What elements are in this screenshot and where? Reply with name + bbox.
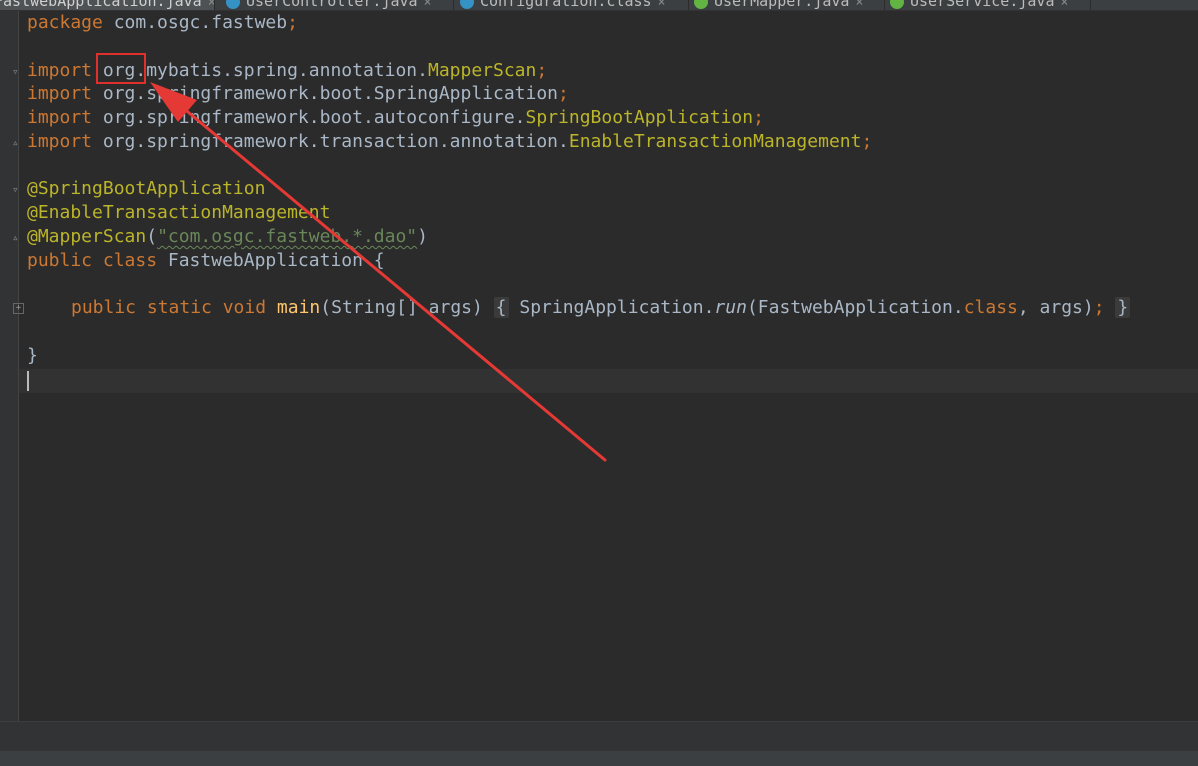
editor-bottom-panel <box>0 721 1198 752</box>
interface-icon <box>694 0 708 9</box>
tab-label: UserController.java <box>246 0 418 10</box>
fold-arrow-icon[interactable]: ▵ <box>12 232 23 243</box>
current-line-highlight <box>19 369 1198 393</box>
tab-label: FastwebApplication.java <box>0 0 202 10</box>
code-line: import org.springframework.boot.SpringAp… <box>27 83 569 104</box>
fold-arrow-icon[interactable]: ▵ <box>12 137 23 148</box>
tab-user-controller[interactable]: UserController.java × <box>222 0 454 10</box>
code-line: import org.springframework.transaction.a… <box>27 131 873 152</box>
status-bar <box>0 751 1198 766</box>
tab-label: UserMapper.java <box>714 0 850 10</box>
tab-fastweb-application[interactable]: FastwebApplication.java × <box>0 0 215 10</box>
editor-gutter[interactable] <box>0 11 19 721</box>
code-line: @EnableTransactionManagement <box>27 202 331 223</box>
text-caret <box>27 371 29 391</box>
interface-icon <box>890 0 904 9</box>
close-icon[interactable]: × <box>1061 0 1069 10</box>
expand-fold-icon[interactable]: + <box>13 303 24 314</box>
code-line: @MapperScan("com.osgc.fastweb.*.dao") <box>27 226 428 247</box>
close-icon[interactable]: × <box>208 0 214 10</box>
code-line: import org.springframework.boot.autoconf… <box>27 107 764 128</box>
close-icon[interactable]: × <box>658 0 666 10</box>
code-line: @SpringBootApplication <box>27 178 266 199</box>
code-line: package com.osgc.fastweb; <box>27 12 298 33</box>
tab-label: UserService.java <box>910 0 1055 10</box>
tab-label: Configuration.class <box>480 0 652 10</box>
code-line: public static void main(String[] args) {… <box>71 297 1131 318</box>
code-line: } <box>27 345 38 366</box>
fold-arrow-icon[interactable]: ▿ <box>12 66 23 77</box>
editor-tab-bar: FastwebApplication.java × UserController.… <box>0 0 1198 11</box>
code-line: public class FastwebApplication { <box>27 250 385 271</box>
close-icon[interactable]: × <box>424 0 432 10</box>
tab-user-mapper[interactable]: UserMapper.java × <box>690 0 885 10</box>
tab-user-service[interactable]: UserService.java × <box>886 0 1091 10</box>
class-icon <box>460 0 474 9</box>
close-icon[interactable]: × <box>855 0 863 10</box>
fold-arrow-icon[interactable]: ▿ <box>12 184 23 195</box>
class-icon <box>226 0 240 9</box>
tab-configuration[interactable]: Configuration.class × <box>456 0 689 10</box>
annotation-highlight-box <box>96 53 146 84</box>
